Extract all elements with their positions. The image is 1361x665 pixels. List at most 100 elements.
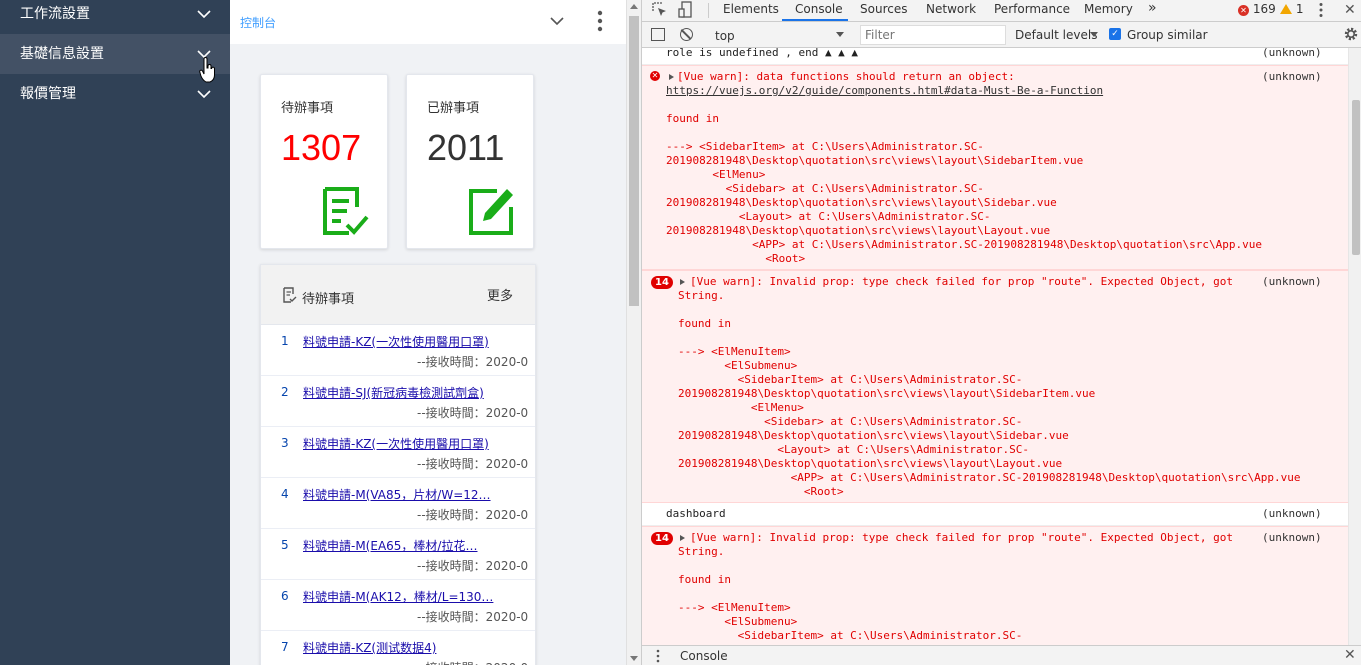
scrollbar-thumb[interactable]	[1352, 100, 1360, 255]
drawer-tab-console[interactable]: Console	[680, 649, 728, 663]
console-line: <ElMenu>	[666, 168, 766, 181]
console-line: ---> <ElMenuItem>	[678, 345, 791, 358]
tab-memory[interactable]: Memory	[1084, 0, 1133, 18]
console-line: <SidebarItem> at C:\Users\Administrator.…	[678, 373, 1023, 386]
console-line: 201908281948\Desktop\quotation\src\views…	[666, 196, 1057, 209]
console-line: <SidebarItem> at C:\Users\Administrator.…	[678, 629, 1023, 642]
todo-list-icon	[283, 287, 297, 303]
log-levels-dropdown[interactable]: Default levels	[1015, 28, 1097, 42]
list-item: 6 料號申請-M(AK12，棒材/L=130… --接收時間：2020-0	[261, 580, 535, 631]
todo-link[interactable]: 料號申請-KZ(测试数据4)	[303, 639, 507, 656]
tab-elements[interactable]: Elements	[723, 0, 779, 18]
console-line: 201908281948\Desktop\quotation\src\views…	[666, 154, 1084, 167]
todo-card[interactable]: 待辦事項 1307	[260, 74, 388, 249]
filter-input[interactable]	[860, 25, 1006, 45]
group-similar-label: Group similar	[1127, 28, 1208, 42]
repeat-count-badge: 14	[651, 276, 673, 289]
console-line: 201908281948\Desktop\quotation\src\views…	[678, 429, 1069, 442]
done-count: 2011	[427, 127, 505, 168]
row-index: 2	[281, 385, 289, 399]
todo-panel: 待辦事項 更多 1 料號申請-KZ(一次性使用醫用口罩) --接收時間：2020-0…	[260, 264, 536, 665]
todo-check-icon	[323, 187, 369, 235]
scroll-down-icon[interactable]	[630, 656, 638, 661]
console-line: ---> <ElMenuItem>	[678, 601, 791, 614]
device-toolbar-icon[interactable]	[678, 1, 694, 19]
console-line: found in	[678, 573, 731, 586]
todo-link[interactable]: 料號申請-M(VA85，片材/W=12…	[303, 486, 507, 503]
devtools-tab-bar: Elements Console Sources Network Perform…	[642, 0, 1361, 22]
more-tabs-button[interactable]: »	[1148, 0, 1157, 16]
chevron-down-icon	[197, 90, 211, 99]
todo-link[interactable]: 料號申請-KZ(一次性使用醫用口罩)	[303, 435, 507, 452]
console-line: <Sidebar> at C:\Users\Administrator.SC-	[678, 415, 1023, 428]
caret-down-icon	[1090, 32, 1098, 37]
clear-console-icon[interactable]	[680, 28, 693, 41]
console-log-message[interactable]: dashboard (unknown)	[642, 503, 1348, 526]
console-error-message[interactable]: ✕ [Vue warn]: data functions should retur…	[642, 65, 1348, 270]
devtools-menu-icon[interactable]	[1318, 2, 1324, 18]
console-log-message[interactable]: role is undefined , end ▲ ▲ ▲ (unknown)	[642, 48, 1348, 65]
console-error-message[interactable]: 14 [Vue warn]: Invalid prop: type check f…	[642, 270, 1348, 503]
tab-sources[interactable]: Sources	[860, 0, 907, 18]
source-location[interactable]: (unknown)	[1262, 70, 1322, 83]
expand-triangle-icon[interactable]	[680, 535, 685, 541]
sidebar-item-quotation-management[interactable]: 報價管理	[0, 74, 230, 114]
console-line: [Vue warn]: data functions should return…	[677, 70, 1015, 83]
console-sidebar-icon[interactable]	[651, 28, 665, 41]
tab-network[interactable]: Network	[926, 0, 976, 18]
sidebar-item-basic-info-settings[interactable]: 基礎信息設置	[0, 34, 230, 74]
console-line: 201908281948\Desktop\quotation\src\views…	[666, 224, 1051, 237]
row-index: 1	[281, 334, 289, 348]
console-line: <APP> at C:\Users\Administrator.SC-20190…	[666, 238, 1263, 251]
source-location[interactable]: (unknown)	[1262, 275, 1322, 288]
console-line: [Vue warn]: Invalid prop: type check fai…	[690, 275, 1234, 288]
devtools-close-icon[interactable]: ✕	[1344, 3, 1356, 17]
devtools-panel: Elements Console Sources Network Perform…	[641, 0, 1361, 665]
receive-time: --接收時間：2020-0	[417, 659, 528, 665]
console-line: found in	[678, 317, 731, 330]
todo-link[interactable]: 料號申請-M(AK12，棒材/L=130…	[303, 588, 507, 605]
sidebar-item-label: 工作流設置	[20, 6, 90, 22]
drawer-close-icon[interactable]: ✕	[1344, 647, 1356, 663]
top-bar: 控制台	[230, 0, 626, 44]
tab-performance[interactable]: Performance	[994, 0, 1070, 18]
error-icon: ✕	[650, 71, 660, 81]
todo-link[interactable]: 料號申請-SJ(新冠病毒檢測試劑盒)	[303, 384, 507, 401]
row-index: 3	[281, 436, 289, 450]
list-item: 7 料號申請-KZ(测试数据4) --接收時間：2020-0	[261, 631, 535, 665]
source-location[interactable]: (unknown)	[1262, 531, 1322, 544]
scrollbar-thumb[interactable]	[629, 16, 639, 306]
list-item: 5 料號申請-M(EA65，棒材/拉花… --接收時間：2020-0	[261, 529, 535, 580]
active-tab-indicator	[782, 19, 848, 21]
more-vertical-icon[interactable]	[594, 10, 606, 32]
more-link[interactable]: 更多	[487, 285, 513, 304]
error-icon: ✕	[1238, 5, 1249, 16]
breadcrumb[interactable]: 控制台	[240, 14, 276, 31]
inspect-element-icon[interactable]	[652, 2, 668, 18]
console-line: <ElSubmenu>	[678, 615, 798, 628]
console-error-message[interactable]: 14 [Vue warn]: Invalid prop: type check f…	[642, 526, 1348, 645]
list-item: 3 料號申請-KZ(一次性使用醫用口罩) --接收時間：2020-0	[261, 427, 535, 478]
source-location[interactable]: (unknown)	[1262, 48, 1322, 59]
tab-console[interactable]: Console	[795, 0, 843, 18]
gear-icon[interactable]	[1343, 26, 1359, 42]
done-card[interactable]: 已辦事項 2011	[406, 74, 534, 249]
chevron-down-icon	[197, 10, 211, 19]
console-link[interactable]: https://vuejs.org/v2/guide/components.ht…	[666, 84, 1103, 98]
warning-count-badge[interactable]: 1	[1280, 2, 1303, 16]
todo-link[interactable]: 料號申請-M(EA65，棒材/拉花…	[303, 537, 507, 554]
chevron-down-icon[interactable]	[550, 14, 564, 28]
page-scrollbar[interactable]	[626, 0, 641, 665]
scroll-up-icon[interactable]	[630, 4, 638, 9]
expand-triangle-icon[interactable]	[680, 279, 685, 285]
panel-header: 待辦事項 更多	[261, 265, 535, 325]
source-location[interactable]: (unknown)	[1262, 507, 1322, 520]
context-selector[interactable]: top	[708, 25, 848, 45]
console-scrollbar[interactable]	[1348, 48, 1361, 645]
todo-link[interactable]: 料號申請-KZ(一次性使用醫用口罩)	[303, 333, 507, 350]
drawer-menu-icon[interactable]	[656, 649, 660, 663]
group-similar-checkbox[interactable]: ✓	[1109, 28, 1121, 40]
expand-triangle-icon[interactable]	[669, 74, 674, 80]
error-count-badge[interactable]: ✕ 169	[1238, 2, 1276, 16]
console-output[interactable]: role is undefined , end ▲ ▲ ▲ (unknown) ✕ […	[642, 48, 1348, 645]
